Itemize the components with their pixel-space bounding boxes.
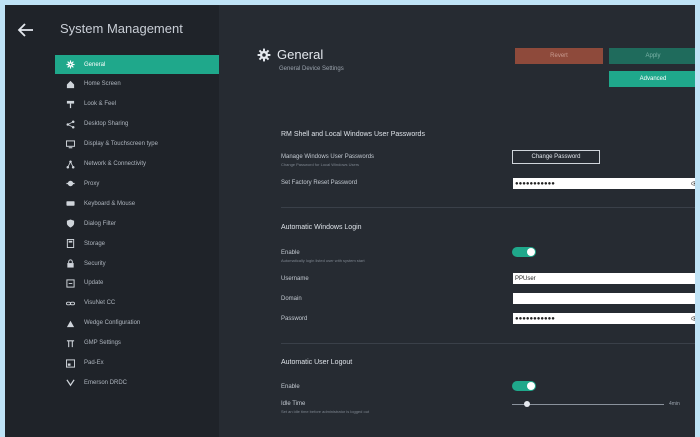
manage-passwords-label: Manage Windows User Passwords [281,154,375,160]
sidebar-item-label: Update [84,280,104,287]
filter-icon [66,219,75,228]
sidebar-item-storage[interactable]: Storage [55,234,219,253]
sidebar-item-general[interactable]: General [55,55,219,74]
sidebar-item-dialog-filter[interactable]: Dialog Filter [55,214,219,233]
storage-icon [66,239,75,249]
domain-label: Domain [281,296,302,302]
sidebar-item-display-touchscreen-type[interactable]: Display & Touchscreen type [55,135,219,154]
proxy-icon [66,179,75,188]
username-value: PPUser [515,275,536,282]
sidebar-item-proxy[interactable]: Proxy [55,174,219,193]
factory-reset-password-field[interactable]: ●●●●●●●●●●● [513,178,695,189]
wedge-icon [66,319,75,328]
sidebar-item-label: Look & Feel [84,101,117,108]
sidebar-item-network-connectivity[interactable]: Network & Connectivity [55,155,219,174]
update-icon [66,279,75,288]
sidebar-item-wedge-configuration[interactable]: Wedge Configuration [55,314,219,333]
share-icon [66,120,75,129]
revert-button[interactable]: Revert [515,48,603,64]
sidebar-item-label: Pad-Ex [84,360,104,366]
factory-reset-password-label: Set Factory Reset Password [281,180,358,186]
sidebar-item-label: Network & Connectivity [84,161,147,167]
gear-icon [257,48,271,62]
password-field[interactable]: ●●●●●●●●●●● [513,313,695,324]
sidebar-item-label: VisuNet CC [84,300,116,307]
gear-icon [66,60,75,69]
logout-enable-toggle[interactable] [512,381,536,391]
autologin-enable-hint: Automatically login listed user with sys… [281,258,365,263]
page-subtitle: General Device Settings [279,66,344,72]
gmp-icon [66,339,75,348]
sidebar-item-look-feel[interactable]: Look & Feel [55,95,219,114]
autologin-enable-label: Enable [281,250,300,256]
sidebar-item-label: Home Screen [84,81,121,88]
sidebar-item-label: Desktop Sharing [84,121,129,128]
divider [281,343,695,344]
monitor-icon [66,139,75,149]
show-password-icon[interactable] [691,315,695,322]
sidebar-item-label: General [84,61,106,68]
idle-time-label: Idle Time [281,401,306,407]
emerson-icon [66,378,75,387]
section-title-autologin: Automatic Windows Login [281,224,362,231]
idle-time-hint: Set an idle time before administrator is… [281,409,370,414]
apply-button[interactable]: Apply [609,48,695,64]
password-label: Password [281,316,308,322]
manage-passwords-hint: Change Password for Local Windows Users [281,162,360,167]
sidebar-item-home-screen[interactable]: Home Screen [55,75,219,94]
username-field[interactable]: PPUser [513,273,695,284]
advanced-button[interactable]: Advanced [609,71,695,87]
divider [281,207,695,208]
paint-roller-icon [66,100,75,109]
sidebar-item-label: Dialog Filter [84,220,117,227]
sidebar-item-desktop-sharing[interactable]: Desktop Sharing [55,115,219,134]
sidebar-item-label: Wedge Configuration [84,320,141,327]
section-title-logout: Automatic User Logout [281,359,353,366]
sidebar-item-pad-ex[interactable]: Pad-Ex [55,354,219,373]
sidebar-item-label: Emerson DRDC [84,379,128,386]
keyboard-icon [66,199,75,208]
link-icon [66,299,75,308]
password-value: ●●●●●●●●●●● [515,315,555,322]
autologin-enable-toggle[interactable] [512,247,536,257]
sidebar-item-label: Proxy [84,180,100,187]
domain-field[interactable] [513,293,695,304]
sidebar-item-update[interactable]: Update [55,274,219,293]
toggle-knob [527,382,535,390]
sidebar-item-emerson-drdc[interactable]: Emerson DRDC [55,373,219,392]
sidebar-item-security[interactable]: Security [55,254,219,273]
page-title: General [277,47,324,62]
idle-time-slider-thumb[interactable] [524,401,531,407]
idle-time-slider-track[interactable] [512,404,664,405]
app-title: System Management [60,21,183,36]
network-icon [66,160,75,169]
lock-icon [66,259,75,268]
factory-reset-password-value: ●●●●●●●●●●● [515,180,555,187]
sidebar-item-keyboard-mouse[interactable]: Keyboard & Mouse [55,194,219,213]
app-window: System Management General Home Screen Look… [5,5,695,437]
show-password-icon[interactable] [691,180,695,187]
logout-enable-label: Enable [281,384,300,390]
sidebar: System Management General Home Screen Look… [5,5,219,437]
home-icon [66,80,75,89]
main-panel: General General Device Settings Revert A… [219,5,695,437]
change-password-button[interactable]: Change Password [512,150,600,164]
sidebar-item-label: Security [84,260,106,267]
idle-time-value: 4min [669,401,680,407]
sidebar-item-gmp-settings[interactable]: GMP Settings [55,334,219,353]
back-arrow-icon[interactable] [17,21,35,39]
padex-icon [66,358,75,368]
sidebar-item-label: GMP Settings [84,340,121,347]
sidebar-item-label: Display & Touchscreen type [84,141,158,148]
sidebar-item-visunet-cc[interactable]: VisuNet CC [55,294,219,313]
username-label: Username [281,276,309,282]
sidebar-item-label: Keyboard & Mouse [84,200,136,207]
toggle-knob [527,248,535,256]
sidebar-item-label: Storage [84,240,106,247]
section-title-passwords: RM Shell and Local Windows User Password… [281,131,425,138]
